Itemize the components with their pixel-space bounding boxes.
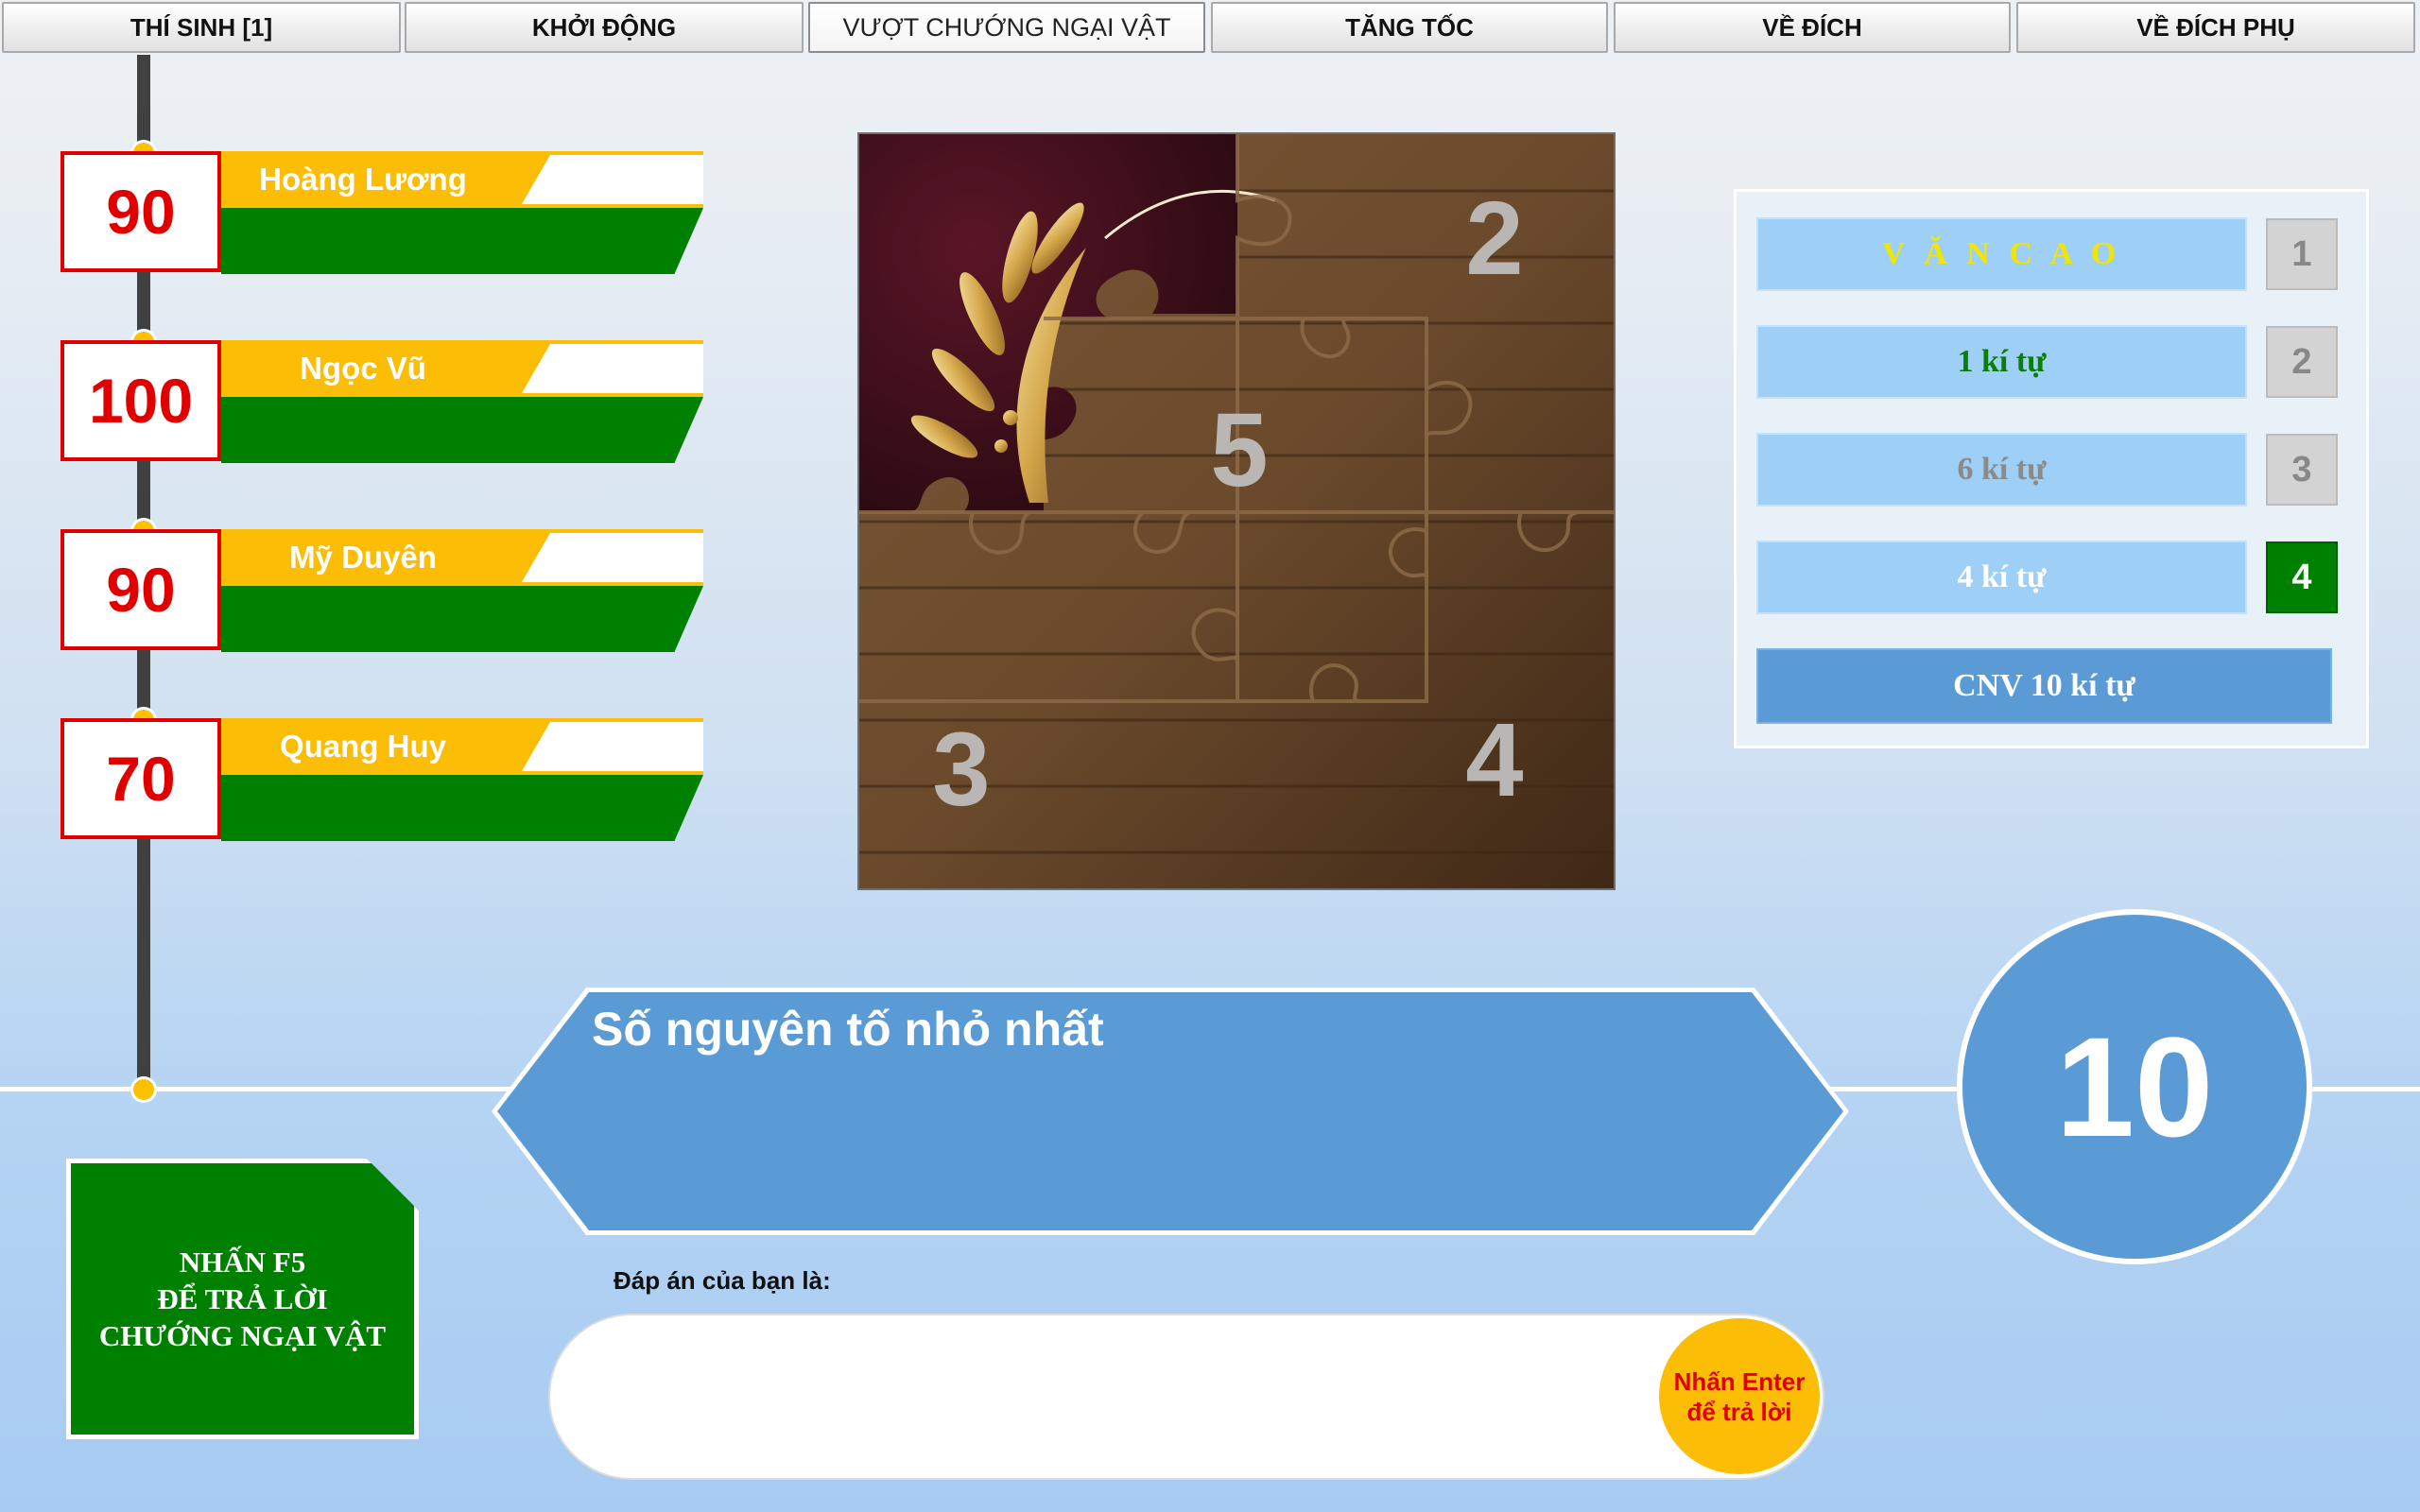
player-name: Quang Huy	[279, 729, 446, 764]
keyword-number-2[interactable]: 2	[2266, 326, 2338, 398]
player-name-bar: Mỹ Duyên	[221, 529, 703, 586]
keyword-row-1[interactable]: V Ă N C A O	[1756, 217, 2247, 291]
puzzle-number-4: 4	[1465, 702, 1523, 818]
enter-line-2: để trả lời	[1686, 1397, 1792, 1426]
keyword-number-3[interactable]: 3	[2266, 434, 2338, 506]
player-name: Ngọc Vũ	[300, 351, 426, 386]
tab-tang-toc[interactable]: TĂNG TỐC	[1211, 2, 1608, 53]
keyword-row-2[interactable]: 1 kí tự	[1756, 325, 2247, 399]
player-progress-bar	[221, 208, 703, 274]
player-score: 90	[60, 151, 221, 272]
player-score: 90	[60, 529, 221, 650]
tab-ve-dich[interactable]: VỀ ĐÍCH	[1614, 2, 2011, 53]
countdown-timer: 10	[1957, 909, 2312, 1264]
player-progress-bar	[221, 586, 703, 652]
player-progress-bar	[221, 775, 703, 841]
tab-ve-dich-phu[interactable]: VỀ ĐÍCH PHỤ	[2016, 2, 2415, 53]
question-text: Số nguyên tố nhỏ nhất	[592, 1003, 1104, 1056]
f5-line-1: NHẤN F5	[179, 1246, 306, 1279]
puzzle-image: 2 5 3 4	[857, 132, 1616, 890]
answer-label: Đáp án của bạn là:	[614, 1266, 831, 1295]
answer-input[interactable]	[548, 1314, 1824, 1480]
press-f5-box[interactable]: NHẤN F5 ĐỂ TRẢ LỜI CHƯỚNG NGẠI VẬT	[66, 1159, 419, 1439]
player-progress-bar	[221, 397, 703, 463]
player-name-bar: Hoàng Lương	[221, 151, 703, 208]
puzzle-number-5: 5	[1210, 392, 1268, 508]
enter-submit-button[interactable]: Nhấn Enter để trả lời	[1659, 1318, 1820, 1474]
player-score: 100	[60, 340, 221, 461]
enter-line-1: Nhấn Enter	[1673, 1366, 1806, 1396]
puzzle-number-2: 2	[1465, 180, 1523, 297]
puzzle-number-3: 3	[932, 712, 990, 828]
player-name: Mỹ Duyên	[289, 540, 437, 575]
tab-bar: THÍ SINH [1] KHỞI ĐỘNG VƯỢT CHƯỚNG NGẠI …	[0, 0, 2420, 57]
player-score: 70	[60, 718, 221, 839]
player-name-bar: Ngọc Vũ	[221, 340, 703, 397]
tab-khoi-dong[interactable]: KHỞI ĐỘNG	[405, 2, 804, 53]
f5-line-2: ĐỂ TRẢ LỜI	[157, 1282, 328, 1315]
tab-thi-sinh[interactable]: THÍ SINH [1]	[2, 2, 401, 53]
tab-vuot-chuong-ngai-vat[interactable]: VƯỢT CHƯỚNG NGẠI VẬT	[808, 2, 1205, 53]
puzzle-svg: 2 5 3 4	[859, 134, 1614, 888]
player-name-bar: Quang Huy	[221, 718, 703, 775]
keyword-row-3[interactable]: 6 kí tự	[1756, 433, 2247, 507]
timeline-end-dot	[130, 1076, 157, 1103]
f5-line-3: CHƯỚNG NGẠI VẬT	[98, 1319, 387, 1352]
keyword-number-4[interactable]: 4	[2266, 541, 2338, 613]
player-name: Hoàng Lương	[259, 162, 467, 197]
cnv-button[interactable]: CNV 10 kí tự	[1756, 648, 2332, 724]
keyword-row-4[interactable]: 4 kí tự	[1756, 541, 2247, 614]
keyword-number-1[interactable]: 1	[2266, 218, 2338, 290]
